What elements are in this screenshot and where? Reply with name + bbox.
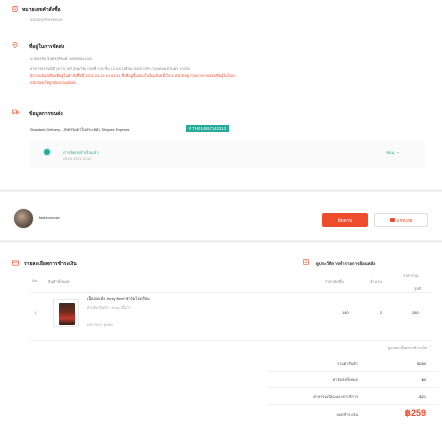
tracking-number-tag[interactable]: # TH014557142313 [186,125,229,132]
product-sku: เลข SKU: jb060 [87,323,113,327]
order-doc-icon [12,6,18,12]
item-subtotal: 280 [412,310,419,315]
table-header-line [30,292,430,293]
buyer-avatar[interactable] [13,208,34,229]
summary-label: ค่าธรรมเนียมและค่าบริการ [313,395,358,399]
section-divider [0,189,442,192]
shipping-title: ข้อมูลการขนส่ง [29,111,63,117]
address-name-phone: นายธงชัย จันทรสุริยงค์, 66959641153 [30,57,93,61]
timeline-dot [44,149,50,155]
col-subtotal: ราคารวม [403,274,419,278]
product-image [59,303,75,325]
timeline-toggle[interactable]: ซ่อน ⌄ [386,149,400,156]
follow-button[interactable]: ติดตาม [322,213,368,227]
col-qty: จำนวน [370,280,382,284]
col-no: No. [32,279,38,283]
col-product: สินค้าทั้งหมด [48,280,70,284]
chat-button[interactable]: แชทเลย [374,213,428,227]
address-change-warning-cont: หน้าพัสดุให้ถูกต้องก่อนจัดส่ง [30,81,77,85]
timeline-toggle-label: ซ่อน [386,150,395,155]
table-row-line [30,340,430,341]
timeline-status: การจัดส่งสำเร็จแล้ว [63,150,99,155]
summary-label: ค่าจัดส่งทั้งหมด [332,378,358,382]
product-variant: ตัวเลือกสินค้า: Jerky เนื้อวัว [87,306,131,310]
address-title: ที่อยู่ในการจัดส่ง [29,44,65,50]
summary-row-subtotal: รวมค่าสินค้า ฿280 [268,357,438,372]
summary-value: ฿280 [417,362,426,366]
order-number-value: 2103247FHX9SJH [30,17,63,22]
payment-title: รายละเอียดการชำระเงิน [24,261,77,267]
order-number-title: หมายเลขคำสั่งซื้อ [22,7,61,13]
product-thumbnail[interactable] [53,299,79,327]
payment-detail-toggle[interactable]: ดูรายละเอียดการชำระเงิน ⌃ [388,345,432,351]
summary-value: ฿0 [421,378,426,382]
order-history-link[interactable]: ดูประวัติการทำรายการย้อนหลัง [316,260,375,267]
chat-button-label: แชทเลย [396,217,413,223]
shipping-carrier: Standard Delivery - ส่งธรรมดาในประเทศ | … [30,128,130,132]
item-index: 1 [34,310,37,315]
total-value: ฿259 [404,408,426,418]
summary-label: รวมค่าสินค้า [337,362,358,366]
buyer-name[interactable]: fashionrose [39,215,60,220]
total-label: ยอดชำระเงิน [336,413,358,417]
item-unit-price: 140 [342,310,349,315]
col-unit-price: ราคาต่อชิ้น [325,280,344,284]
item-qty: 2 [380,310,383,315]
summary-value: -฿21 [418,395,426,399]
chat-icon [389,218,395,222]
summary-row-fees: ค่าธรรมเนียมและค่าบริการ -฿21 [268,390,438,405]
chevron-down-icon: ⌄ [396,149,400,154]
chevron-up-icon: ⌃ [428,345,432,349]
location-icon [12,42,18,49]
address-change-warning: มีการแจ้งเปลี่ยนที่อยู่ในคำสั่งซื้อนี้ 2… [30,74,237,78]
summary-row-shipping: ค่าจัดส่งทั้งหมด ฿0 [268,373,438,388]
timeline-time: 25-03-2021 10:50 [63,157,92,161]
payment-detail-toggle-label: ดูรายละเอียดการชำระเงิน [388,346,428,350]
address-line: อาคารธรรมนิติ (ทาวเวอร์ สุขุมวิท) เลขที่… [30,67,190,71]
section-divider [0,240,442,243]
product-name[interactable]: เนื้ออบแห้ง Jerky Beef ฟาร์มโรงเรียน [87,296,150,302]
truck-icon [12,109,19,115]
payment-icon [12,260,20,266]
history-icon [303,259,309,265]
summary-row-total: ยอดชำระเงิน ฿259 [268,406,438,426]
